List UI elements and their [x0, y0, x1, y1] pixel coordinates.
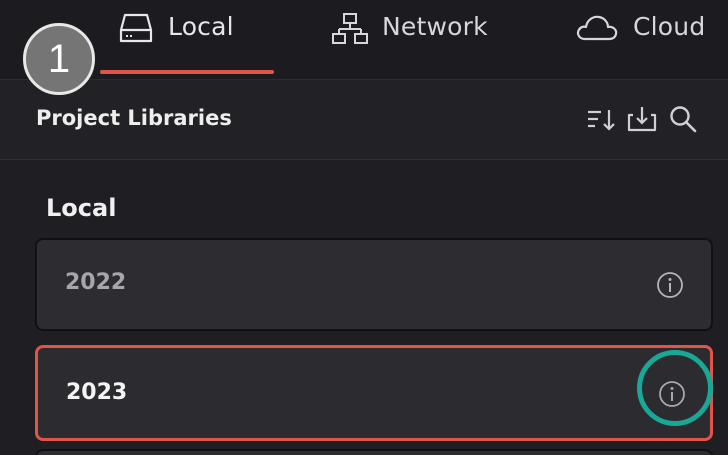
drive-icon — [118, 12, 154, 50]
library-row-selected[interactable]: 2023 — [35, 345, 713, 441]
tab-network-label: Network — [382, 12, 488, 41]
library-row-partial — [35, 449, 713, 455]
import-icon[interactable] — [626, 104, 657, 134]
search-icon[interactable] — [668, 104, 698, 134]
tab-network[interactable]: Network — [332, 0, 488, 80]
active-tab-indicator — [100, 70, 274, 74]
cloud-icon — [575, 12, 619, 48]
library-row[interactable]: 2022 — [35, 238, 713, 331]
section-label-local: Local — [46, 194, 117, 222]
library-name: 2023 — [66, 380, 128, 405]
step-badge: 1 — [23, 23, 95, 95]
libraries-header: Project Libraries — [0, 80, 728, 160]
project-manager-window: Local Network Cloud 1 Project Libraries … — [0, 0, 728, 455]
network-icon — [332, 12, 368, 52]
tab-cloud[interactable]: Cloud — [575, 0, 705, 80]
tab-local-label: Local — [168, 12, 234, 41]
page-title: Project Libraries — [36, 106, 232, 130]
info-icon[interactable] — [655, 270, 685, 300]
sort-icon[interactable] — [586, 104, 616, 134]
location-tab-bar: Local Network Cloud — [0, 0, 728, 80]
tab-cloud-label: Cloud — [633, 12, 706, 41]
library-name: 2022 — [65, 270, 127, 295]
tab-local[interactable]: Local — [118, 0, 234, 80]
info-icon[interactable] — [657, 379, 687, 409]
